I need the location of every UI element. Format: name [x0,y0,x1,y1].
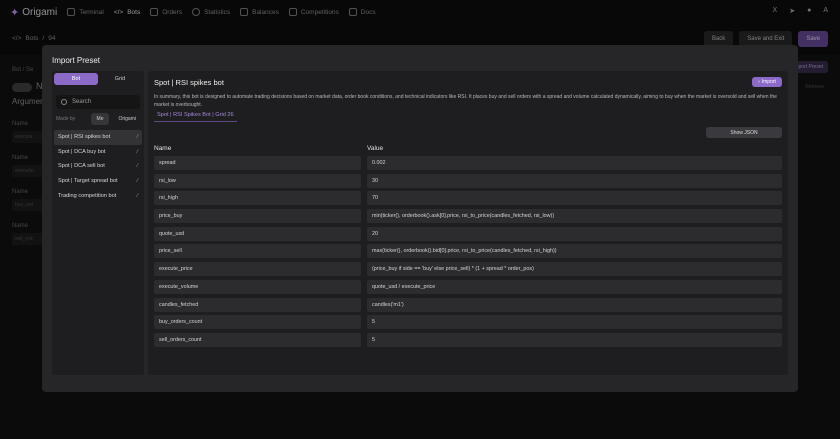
table-row: rsi_high 70 [154,190,782,208]
param-name: sell_orders_count [154,332,361,347]
preset-label: Trading competition bot [58,192,117,199]
table-row: spread 0.002 [154,155,782,173]
preset-label: Spot | RSI spikes bot [58,134,111,141]
table-row: execute_volume quote_usd / execute_price [154,279,782,297]
list-item[interactable]: Trading competition bot ⁄ [54,188,142,203]
import-preset-modal: Import Preset Bot Grid Search Made by Me… [42,45,798,392]
table-row: sell_orders_count 5 [154,332,782,350]
search-input[interactable]: Search [56,95,140,109]
preset-list: Spot | RSI spikes bot ⁄ Spot | DCA buy bo… [54,130,142,203]
made-by-filter: Made by Me Origami [56,112,142,125]
param-name: price_sell [154,244,361,259]
param-name: price_buy [154,209,361,224]
param-value: min(ticker(), orderbook().ask[0].price, … [367,209,782,224]
preset-title: Spot | RSI spikes bot [154,78,224,87]
table-row: price_buy min(ticker(), orderbook().ask[0… [154,208,782,226]
preset-label: Spot | Target spread bot [58,178,118,185]
edit-icon[interactable]: ⁄ [137,134,138,140]
preset-type-switch: Bot Grid [54,73,142,85]
param-value: quote_usd / execute_price [367,279,782,294]
table-row: rsi_low 30 [154,173,782,191]
made-by-label: Made by [56,115,76,122]
modal-title: Import Preset [52,56,101,65]
edit-icon[interactable]: ⁄ [137,149,138,155]
param-name: candles_fetched [154,297,361,312]
tab-grid[interactable]: Grid [98,73,142,85]
param-name: spread [154,156,361,170]
param-name: quote_usd [154,226,361,241]
search-icon [61,99,67,105]
column-header-value: Value [367,145,384,152]
made-by-me[interactable]: Me [90,112,110,125]
edit-icon[interactable]: ⁄ [137,193,138,199]
param-value: candles('m1') [367,297,782,312]
param-name: rsi_high [154,191,361,206]
list-item[interactable]: Spot | DCA buy bot ⁄ [54,145,142,160]
param-name: execute_price [154,262,361,277]
search-placeholder: Search [72,99,92,105]
param-value: 70 [367,191,782,206]
preset-browser: Bot Grid Search Made by Me Origami Spot … [52,71,144,375]
table-row: price_sell max(ticker(), orderbook().bid[… [154,243,782,261]
edit-icon[interactable]: ⁄ [137,163,138,169]
column-header-name: Name [154,145,172,152]
param-name: execute_volume [154,279,361,294]
preset-description: In summary, this bot is designed to auto… [154,94,777,108]
import-button[interactable]: › Import [752,77,782,87]
param-name: rsi_low [154,173,361,188]
params-table: spread 0.002 rsi_low 30 rsi_high 70 price_b… [154,155,782,350]
import-label: Import [761,79,776,85]
arrow-right-icon: › [758,79,760,85]
param-value: 20 [367,226,782,241]
table-row: quote_usd 20 [154,226,782,244]
table-row: buy_orders_count 5 [154,314,782,332]
param-value: max(ticker(), orderbook().bid[0].price, … [367,244,782,259]
edit-icon[interactable]: ⁄ [137,178,138,184]
param-value: 0.002 [367,156,782,170]
table-row: candles_fetched candles('m1') [154,297,782,315]
table-row: execute_price (price_buy if side == 'buy'… [154,261,782,279]
param-value: 30 [367,173,782,188]
made-by-origami[interactable]: Origami [112,113,142,125]
list-item[interactable]: Spot | DCA sell bot ⁄ [54,159,142,174]
list-item[interactable]: Spot | Target spread bot ⁄ [54,174,142,189]
preset-label: Spot | DCA buy bot [58,148,106,155]
preset-tag[interactable]: Spot | RSI Spikes Bot | Grid 26 [154,110,237,122]
show-json-button[interactable]: Show JSON [706,127,782,138]
param-value: (price_buy if side == 'buy' else price_s… [367,262,782,277]
preset-label: Spot | DCA sell bot [58,163,105,170]
tab-bot[interactable]: Bot [54,73,98,85]
param-name: buy_orders_count [154,315,361,330]
preset-detail: Spot | RSI spikes bot › Import In summar… [148,71,788,375]
list-item[interactable]: Spot | RSI spikes bot ⁄ [54,130,142,145]
param-value: 5 [367,332,782,347]
param-value: 5 [367,315,782,330]
